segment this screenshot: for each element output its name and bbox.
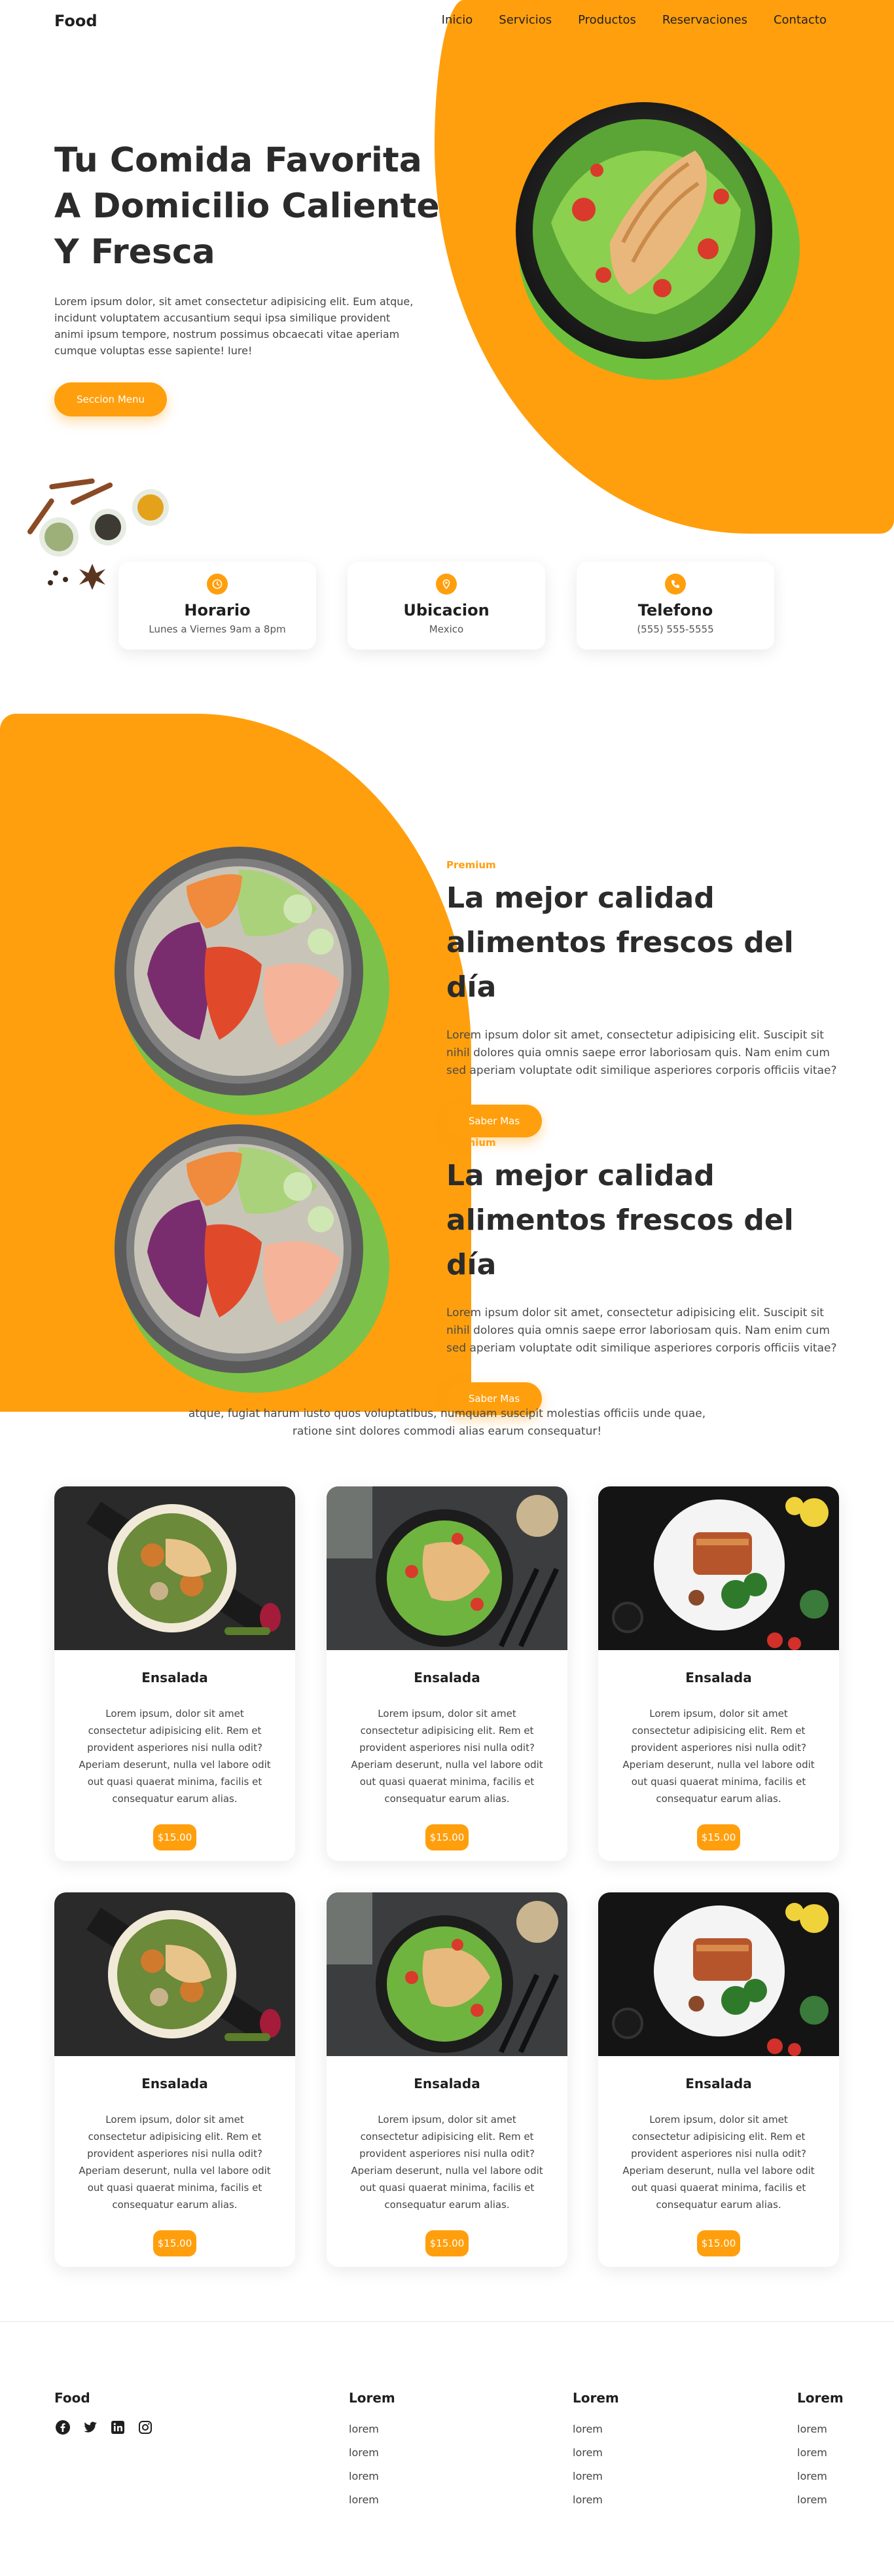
- footer-link[interactable]: lorem: [797, 2423, 844, 2435]
- footer-link[interactable]: lorem: [573, 2493, 619, 2506]
- footer-link[interactable]: lorem: [573, 2470, 619, 2482]
- main-nav: Inicio Servicios Productos Reservaciones…: [442, 13, 827, 27]
- brand-logo[interactable]: Food: [54, 12, 98, 30]
- menu-item-name: Ensalada: [141, 2076, 208, 2091]
- nav-contacto[interactable]: Contacto: [774, 13, 827, 27]
- menu-item-description: Lorem ipsum, dolor sit amet consectetur …: [622, 1708, 815, 1805]
- footer-column-2: Lorem lorem lorem lorem lorem: [573, 2390, 619, 2517]
- info-card-horario: Horario Lunes a Viernes 9am a 8pm: [118, 562, 316, 650]
- premium-poke-bowl-image: [115, 847, 389, 1115]
- footer-link[interactable]: lorem: [349, 2446, 395, 2459]
- footer-link[interactable]: lorem: [797, 2470, 844, 2482]
- info-subtitle: Mexico: [429, 623, 464, 635]
- price-badge[interactable]: $15.00: [425, 2230, 469, 2256]
- footer-link[interactable]: lorem: [573, 2423, 619, 2435]
- info-title: Telefono: [637, 601, 713, 619]
- footer-column-1: Lorem lorem lorem lorem lorem: [349, 2390, 395, 2517]
- menu-item-name: Ensalada: [685, 1670, 752, 1685]
- clock-icon: [207, 574, 228, 595]
- footer-column-heading: Lorem: [573, 2390, 619, 2406]
- footer-column-3: Lorem lorem lorem lorem lorem: [797, 2390, 844, 2517]
- footer-link[interactable]: lorem: [349, 2470, 395, 2482]
- info-card-ubicacion: Ubicacion Mexico: [348, 562, 545, 650]
- premium-description: Lorem ipsum dolor sit amet, consectetur …: [446, 1029, 837, 1077]
- footer-link[interactable]: lorem: [349, 2493, 395, 2506]
- phone-icon: [665, 574, 686, 595]
- premium-poke-bowl-image: [115, 1124, 389, 1393]
- menu-item-description: Lorem ipsum, dolor sit amet consectetur …: [622, 2114, 815, 2211]
- menu-section-button[interactable]: Seccion Menu: [54, 382, 167, 416]
- menu-item-name: Ensalada: [414, 2076, 480, 2091]
- menu-card: Ensalada Lorem ipsum, dolor sit amet cons…: [598, 1892, 839, 2267]
- hero-title: Tu Comida Favorita A Domicilio Caliente …: [54, 141, 440, 272]
- nav-productos[interactable]: Productos: [578, 13, 636, 27]
- footer-link[interactable]: lorem: [797, 2446, 844, 2459]
- linkedin-icon[interactable]: [109, 2419, 126, 2436]
- menu-item-name: Ensalada: [685, 2076, 752, 2091]
- premium-label: Premium: [446, 1137, 496, 1149]
- nav-inicio[interactable]: Inicio: [442, 13, 473, 27]
- social-links: [54, 2419, 154, 2436]
- premium-title: La mejor calidad alimentos frescos del d…: [446, 881, 794, 1004]
- food-image: [598, 1486, 839, 1650]
- nav-reservaciones[interactable]: Reservaciones: [662, 13, 747, 27]
- menu-item-description: Lorem ipsum, dolor sit amet consectetur …: [351, 2114, 543, 2211]
- footer-divider: [0, 2321, 894, 2322]
- info-card-telefono: Telefono (555) 555-5555: [577, 562, 774, 650]
- price-badge[interactable]: $15.00: [697, 1824, 740, 1850]
- footer-link[interactable]: lorem: [349, 2423, 395, 2435]
- premium-block-1: Premium La mejor calidad alimentos fresc…: [446, 859, 852, 1137]
- price-badge[interactable]: $15.00: [153, 2230, 196, 2256]
- hero-description: Lorem ipsum dolor, sit amet consectetur …: [54, 295, 414, 357]
- menu-item-name: Ensalada: [414, 1670, 480, 1685]
- premium-block-2: Premium La mejor calidad alimentos fresc…: [446, 1137, 852, 1415]
- footer-column-heading: Lorem: [797, 2390, 844, 2406]
- instagram-icon[interactable]: [137, 2419, 154, 2436]
- food-image: [54, 1892, 295, 2056]
- menu-card: Ensalada Lorem ipsum, dolor sit amet cons…: [327, 1892, 567, 2267]
- menu-item-description: Lorem ipsum, dolor sit amet consectetur …: [79, 2114, 271, 2211]
- hero-salad-plate-image: [516, 102, 800, 380]
- nav-servicios[interactable]: Servicios: [499, 13, 552, 27]
- footer-link[interactable]: lorem: [573, 2446, 619, 2459]
- footer-link[interactable]: lorem: [797, 2493, 844, 2506]
- food-image: [54, 1486, 295, 1650]
- info-title: Ubicacion: [403, 601, 490, 619]
- menu-item-description: Lorem ipsum, dolor sit amet consectetur …: [351, 1708, 543, 1805]
- facebook-icon[interactable]: [54, 2419, 71, 2436]
- food-image: [327, 1892, 567, 2056]
- price-badge[interactable]: $15.00: [425, 1824, 469, 1850]
- footer-brand[interactable]: Food: [54, 2390, 90, 2406]
- info-subtitle: Lunes a Viernes 9am a 8pm: [149, 623, 286, 635]
- menu-item-description: Lorem ipsum, dolor sit amet consectetur …: [79, 1708, 271, 1805]
- section-intro-text: atque, fugiat harum iusto quos voluptati…: [188, 1407, 706, 1438]
- twitter-icon[interactable]: [82, 2419, 99, 2436]
- price-badge[interactable]: $15.00: [153, 1824, 196, 1850]
- location-pin-icon: [436, 574, 457, 595]
- menu-card: Ensalada Lorem ipsum, dolor sit amet cons…: [54, 1892, 295, 2267]
- menu-card: Ensalada Lorem ipsum, dolor sit amet cons…: [54, 1486, 295, 1861]
- menu-card: Ensalada Lorem ipsum, dolor sit amet cons…: [598, 1486, 839, 1861]
- menu-card: Ensalada Lorem ipsum, dolor sit amet cons…: [327, 1486, 567, 1861]
- premium-title: La mejor calidad alimentos frescos del d…: [446, 1159, 794, 1281]
- info-title: Horario: [184, 601, 251, 619]
- footer-column-heading: Lorem: [349, 2390, 395, 2406]
- price-badge[interactable]: $15.00: [697, 2230, 740, 2256]
- menu-item-name: Ensalada: [141, 1670, 208, 1685]
- info-subtitle: (555) 555-5555: [637, 623, 714, 635]
- food-image: [598, 1892, 839, 2056]
- food-image: [327, 1486, 567, 1650]
- premium-label: Premium: [446, 859, 496, 871]
- premium-description: Lorem ipsum dolor sit amet, consectetur …: [446, 1306, 837, 1355]
- saber-mas-button[interactable]: Saber Mas: [446, 1105, 542, 1137]
